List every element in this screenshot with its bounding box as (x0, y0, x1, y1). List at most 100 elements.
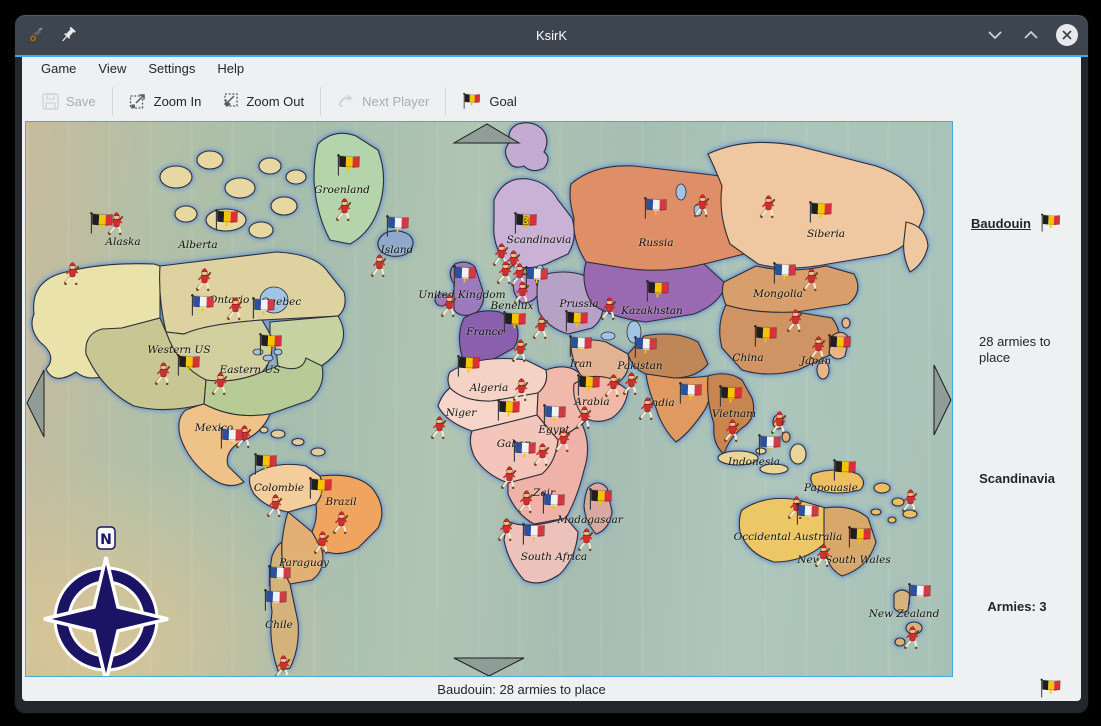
soldier-icon[interactable] (813, 543, 834, 570)
belgian-flag-icon[interactable] (176, 354, 203, 379)
belgian-flag-icon[interactable] (832, 459, 859, 484)
belgian-flag-icon[interactable] (258, 333, 285, 358)
soldier-icon[interactable] (900, 488, 921, 515)
soldier-icon[interactable] (510, 338, 531, 365)
soldier-icon[interactable] (369, 253, 390, 280)
soldier-icon[interactable] (194, 267, 215, 294)
territory-label[interactable]: Siberia (807, 228, 845, 240)
player-name[interactable]: Baudouin (971, 216, 1031, 231)
soldier-icon[interactable] (429, 415, 450, 442)
territory-label[interactable]: Kazakhstan (621, 305, 683, 317)
soldier-icon[interactable] (722, 418, 743, 445)
territory-label[interactable]: China (732, 352, 763, 364)
menu-game[interactable]: Game (30, 57, 87, 81)
title-bar[interactable]: KsirK (15, 15, 1088, 57)
french-flag-icon[interactable] (263, 589, 290, 614)
soldier-icon[interactable] (265, 493, 286, 520)
soldier-icon[interactable] (439, 293, 460, 320)
territory-label[interactable]: France (466, 326, 503, 338)
french-flag-icon[interactable] (251, 297, 278, 322)
menu-settings[interactable]: Settings (137, 57, 206, 81)
territory-label[interactable]: Russia (638, 237, 673, 249)
territory-label[interactable]: Mongolia (753, 288, 803, 300)
goal-button[interactable]: Goal (452, 85, 526, 117)
french-flag-icon[interactable] (521, 523, 548, 548)
soldier-icon[interactable] (273, 654, 294, 678)
soldier-icon[interactable] (574, 405, 595, 432)
soldier-icon[interactable] (808, 335, 829, 362)
french-flag-icon[interactable] (452, 265, 479, 290)
territory-label[interactable]: Occidental Australia (734, 531, 843, 543)
french-flag-icon[interactable] (267, 565, 294, 590)
close-button[interactable] (1056, 24, 1078, 46)
menu-view[interactable]: View (87, 57, 137, 81)
french-flag-icon[interactable] (512, 440, 539, 465)
soldier-icon[interactable] (599, 296, 620, 323)
soldier-icon[interactable] (62, 261, 83, 288)
french-flag-icon[interactable] (524, 266, 551, 291)
soldier-icon[interactable] (576, 527, 597, 554)
soldier-icon[interactable] (902, 625, 923, 652)
belgian-flag-icon[interactable] (753, 325, 780, 350)
belgian-flag-icon[interactable] (588, 488, 615, 513)
soldier-icon[interactable] (516, 489, 537, 516)
belgian-flag-icon[interactable] (308, 477, 335, 502)
soldier-icon[interactable] (621, 371, 642, 398)
territory-label[interactable]: New Zealand (869, 608, 940, 620)
menu-help[interactable]: Help (206, 57, 255, 81)
belgian-flag-icon[interactable] (336, 154, 363, 179)
soldier-icon[interactable] (210, 371, 231, 398)
soldier-icon[interactable] (499, 465, 520, 492)
soldier-icon[interactable] (153, 361, 174, 388)
territory-label[interactable]: Chile (265, 619, 293, 631)
territory-label[interactable]: New South Wales (797, 554, 890, 566)
french-flag-icon[interactable] (795, 503, 822, 528)
soldier-icon[interactable] (758, 194, 779, 221)
soldier-icon[interactable] (769, 410, 790, 437)
belgian-flag-icon[interactable] (214, 209, 241, 234)
territory-label[interactable]: Alaska (105, 236, 140, 248)
soldier-icon[interactable] (312, 530, 333, 557)
french-flag-icon[interactable] (757, 434, 784, 459)
soldier-icon[interactable] (106, 211, 127, 238)
zoom-out-button[interactable]: Zoom Out (211, 85, 314, 117)
soldier-icon[interactable] (331, 510, 352, 537)
maximize-button[interactable] (1020, 24, 1042, 46)
soldier-icon[interactable] (496, 517, 517, 544)
french-flag-icon[interactable] (385, 215, 412, 240)
french-flag-icon[interactable] (643, 197, 670, 222)
french-flag-icon[interactable] (219, 427, 246, 452)
belgian-flag-icon[interactable] (808, 201, 835, 226)
belgian-flag-icon[interactable] (645, 280, 672, 305)
belgian-flag-icon[interactable] (827, 334, 854, 359)
territory-label[interactable]: Groenland (314, 184, 370, 196)
soldier-icon[interactable] (692, 193, 713, 220)
french-flag-icon[interactable] (633, 336, 660, 361)
world-map[interactable]: N AlaskaAlbertaOntarioQuebecGroenlandIsl… (25, 121, 953, 677)
french-flag-icon[interactable] (568, 335, 595, 360)
french-flag-icon[interactable] (907, 583, 934, 608)
belgian-flag-icon[interactable]: 3 (513, 212, 540, 237)
territory-label[interactable]: Niger (446, 407, 477, 419)
zoom-in-button[interactable]: Zoom In (119, 85, 212, 117)
belgian-flag-icon[interactable] (576, 374, 603, 399)
belgian-flag-icon[interactable] (718, 385, 745, 410)
territory-label[interactable]: Papouasie (804, 482, 858, 494)
french-flag-icon[interactable] (190, 294, 217, 319)
soldier-icon[interactable] (225, 296, 246, 323)
soldier-icon[interactable] (785, 308, 806, 335)
soldier-icon[interactable] (637, 396, 658, 423)
minimize-button[interactable] (984, 24, 1006, 46)
soldier-icon[interactable] (553, 428, 574, 455)
territory-label[interactable]: Algeria (470, 382, 509, 394)
french-flag-icon[interactable] (772, 262, 799, 287)
belgian-flag-icon[interactable] (847, 526, 874, 551)
belgian-flag-icon[interactable] (502, 311, 529, 336)
french-flag-icon[interactable] (678, 382, 705, 407)
territory-label[interactable]: Alberta (178, 239, 217, 251)
belgian-flag-icon[interactable] (456, 355, 483, 380)
belgian-flag-icon[interactable] (496, 399, 523, 424)
french-flag-icon[interactable] (541, 492, 568, 517)
belgian-flag-icon[interactable] (253, 453, 280, 478)
territory-label[interactable]: Iran (570, 358, 592, 370)
